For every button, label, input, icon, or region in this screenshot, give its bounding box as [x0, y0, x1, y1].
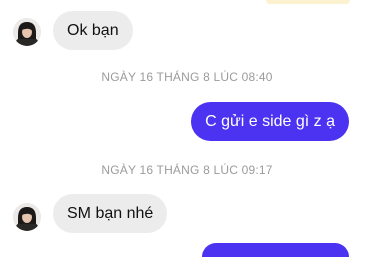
- message-bubble-incoming[interactable]: SM bạn nhé: [53, 194, 168, 233]
- message-timestamp: NGÀY 16 THÁNG 8 LÚC 09:17: [101, 163, 273, 177]
- message-bubble-outgoing[interactable]: [202, 243, 349, 257]
- message-bubble-incoming[interactable]: Ok bạn: [53, 11, 133, 50]
- avatar-icon: [13, 18, 41, 46]
- message-timestamp: NGÀY 16 THÁNG 8 LÚC 08:40: [101, 70, 273, 84]
- avatar-icon: [13, 203, 41, 231]
- avatar[interactable]: [13, 203, 41, 231]
- previous-message-edge: [266, 0, 350, 4]
- avatar[interactable]: [13, 18, 41, 46]
- message-bubble-outgoing[interactable]: C gửi e side gì z ạ: [191, 102, 349, 141]
